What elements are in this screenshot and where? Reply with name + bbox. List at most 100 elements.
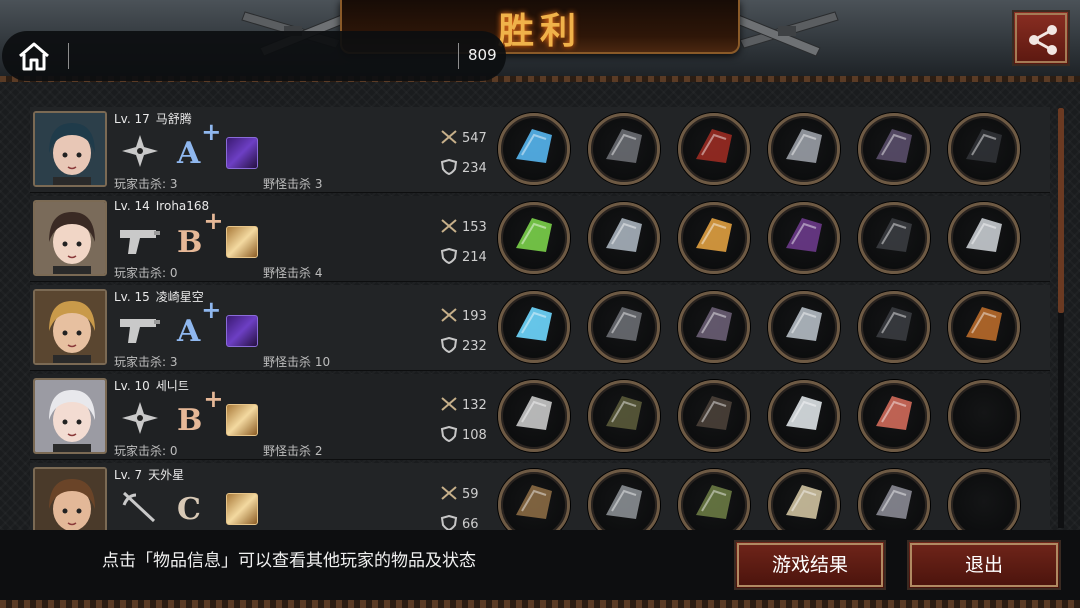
avatar[interactable] xyxy=(33,289,107,365)
attack-value: 193 xyxy=(462,309,487,324)
defense-stat: 232 xyxy=(440,337,487,354)
item-slot[interactable] xyxy=(948,469,1020,530)
defense-stat: 214 xyxy=(440,248,487,265)
item-slot[interactable] xyxy=(498,380,570,452)
defense-stat: 66 xyxy=(440,515,479,530)
item-slot[interactable] xyxy=(588,380,660,452)
item-slot[interactable] xyxy=(498,469,570,530)
crossed-swords-icon xyxy=(440,486,462,502)
item-slot[interactable] xyxy=(678,113,750,185)
crossed-swords-icon xyxy=(440,219,462,235)
level-text: Lv. 7 xyxy=(114,468,143,482)
item-slot[interactable] xyxy=(768,380,840,452)
grade-badge: A+ xyxy=(177,117,221,171)
item-slot[interactable] xyxy=(948,113,1020,185)
player-row[interactable]: Lv. 7 天外星 C 59 66 xyxy=(30,463,1050,530)
item-slot[interactable] xyxy=(498,113,570,185)
item-slot[interactable] xyxy=(588,202,660,274)
gold-cube-icon xyxy=(226,493,258,525)
player-kills: 玩家击杀: 3 xyxy=(114,177,178,191)
item-slot[interactable] xyxy=(948,380,1020,452)
item-slot[interactable] xyxy=(858,469,930,530)
crossed-swords-icon xyxy=(440,397,462,413)
item-slot[interactable] xyxy=(768,469,840,530)
attack-value: 153 xyxy=(462,220,487,235)
level-text: Lv. 10 xyxy=(114,379,150,393)
item-slots xyxy=(498,202,1038,276)
monster-kills: 野怪击杀 3 xyxy=(263,177,323,191)
spiked-bracer-icon xyxy=(776,297,832,357)
shield-icon xyxy=(440,337,462,354)
share-button[interactable] xyxy=(1012,10,1070,66)
monster-kills: 野怪击杀 2 xyxy=(263,444,323,458)
shield-icon xyxy=(440,248,462,265)
avatar[interactable] xyxy=(33,467,107,530)
game-result-button[interactable]: 游戏结果 xyxy=(734,540,886,590)
item-slot[interactable] xyxy=(858,380,930,452)
player-row[interactable]: Lv. 17 马舒腾 A+ 玩家击杀: 3 野怪击杀 3 547 234 xyxy=(30,107,1050,193)
grade-letter: A xyxy=(177,136,201,171)
item-slot[interactable] xyxy=(498,202,570,274)
player-name: 天外星 xyxy=(148,468,185,482)
item-slot[interactable] xyxy=(588,291,660,363)
player-title: Lv. 15 凌崎星空 xyxy=(114,288,204,305)
black-banner-spear-icon xyxy=(956,119,1012,179)
item-slot[interactable] xyxy=(588,113,660,185)
item-slots xyxy=(498,469,1038,530)
item-slot[interactable] xyxy=(678,291,750,363)
blue-energy-blade-icon xyxy=(506,119,562,179)
crossed-swords-icon xyxy=(440,130,462,146)
home-bar: 809 xyxy=(2,31,506,81)
knight-helmet-icon xyxy=(596,208,652,268)
item-slot[interactable] xyxy=(498,291,570,363)
item-slot[interactable] xyxy=(948,291,1020,363)
item-slot[interactable] xyxy=(858,291,930,363)
crossed-guns-icon xyxy=(731,11,839,57)
item-slot[interactable] xyxy=(768,113,840,185)
exit-button[interactable]: 退出 xyxy=(907,540,1061,590)
item-slot[interactable] xyxy=(858,202,930,274)
camo-vest-icon xyxy=(686,475,742,530)
avatar[interactable] xyxy=(33,378,107,454)
shuriken-icon xyxy=(118,400,162,436)
defense-value: 214 xyxy=(462,250,487,265)
grade-badge: A+ xyxy=(177,295,221,349)
energy-rifle-icon xyxy=(506,208,562,268)
item-slot[interactable] xyxy=(768,202,840,274)
item-slot[interactable] xyxy=(588,469,660,530)
divider xyxy=(68,43,69,69)
item-slot[interactable] xyxy=(678,202,750,274)
home-button[interactable] xyxy=(16,40,52,72)
item-slot[interactable] xyxy=(678,380,750,452)
scrollbar[interactable] xyxy=(1058,108,1064,528)
player-row[interactable]: Lv. 14 Iroha168 B+ 玩家击杀: 0 野怪击杀 4 153 214 xyxy=(30,196,1050,282)
share-icon xyxy=(1029,25,1057,55)
gold-cube-icon xyxy=(226,226,258,258)
player-row[interactable]: Lv. 15 凌崎星空 A+ 玩家击杀: 3 野怪击杀 10 193 232 xyxy=(30,285,1050,371)
pistol-icon xyxy=(118,222,162,258)
item-slot[interactable] xyxy=(948,202,1020,274)
defense-value: 108 xyxy=(462,428,487,443)
red-plate-armor-icon xyxy=(686,119,742,179)
item-slots xyxy=(498,291,1038,365)
player-name: 凌崎星空 xyxy=(155,290,204,304)
item-slot[interactable] xyxy=(768,291,840,363)
footer-bar: 点击「物品信息」可以查看其他玩家的物品及状态 游戏结果 退出 xyxy=(0,530,1080,608)
grade-letter: C xyxy=(177,492,201,527)
bottom-edge xyxy=(0,600,1080,608)
grade-badge: C xyxy=(177,485,202,527)
avatar[interactable] xyxy=(33,200,107,276)
item-slot[interactable] xyxy=(858,113,930,185)
avatar[interactable] xyxy=(33,111,107,187)
monster-kills: 野怪击杀 4 xyxy=(263,266,323,280)
steel-helmet-icon xyxy=(596,119,652,179)
item-slots xyxy=(498,113,1038,187)
defense-value: 66 xyxy=(462,517,479,530)
scrollbar-thumb[interactable] xyxy=(1058,108,1064,313)
divider xyxy=(458,43,459,69)
item-slot[interactable] xyxy=(678,469,750,530)
headband-icon xyxy=(596,475,652,530)
sneakers-icon xyxy=(866,386,922,446)
grade-plus: + xyxy=(201,295,222,324)
player-row[interactable]: Lv. 10 세니트 B+ 玩家击杀: 0 野怪击杀 2 132 108 xyxy=(30,374,1050,460)
